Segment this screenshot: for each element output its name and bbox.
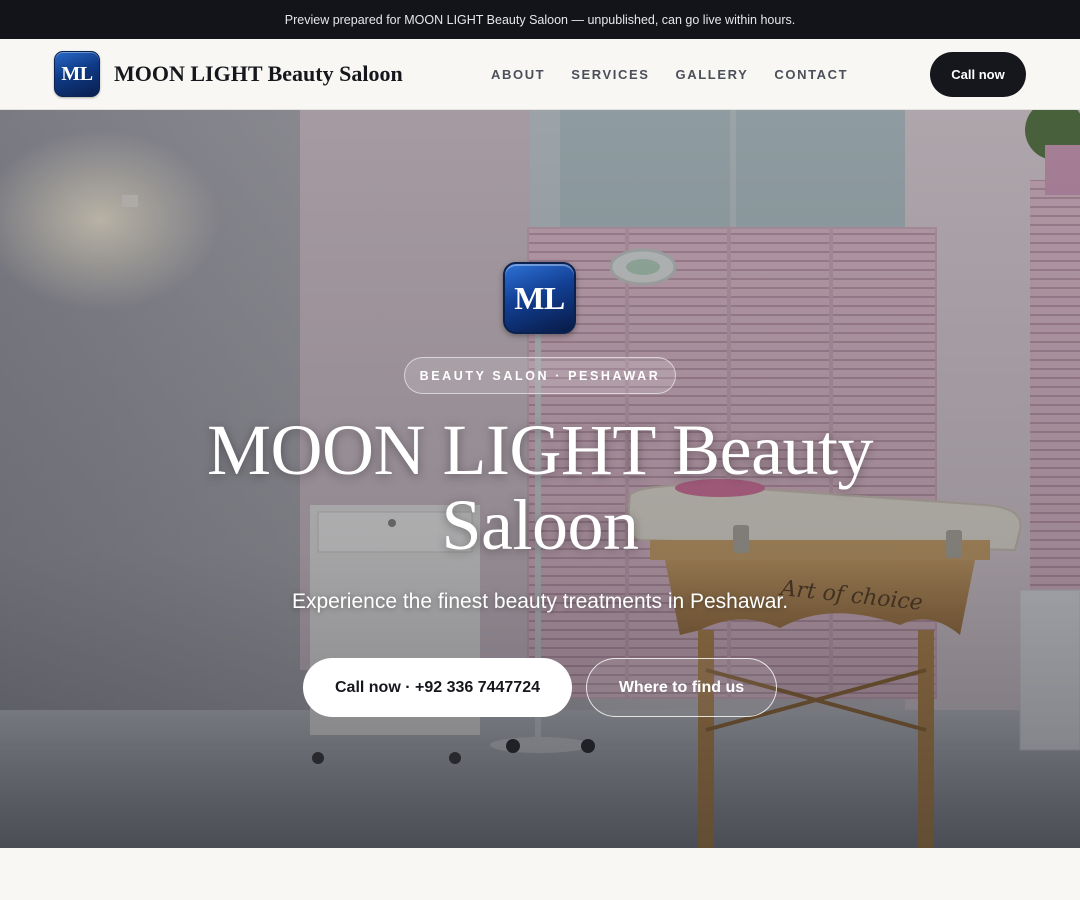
nav-services[interactable]: SERVICES: [558, 61, 662, 88]
hero-title: MOON LIGHT Beauty Saloon: [206, 410, 874, 565]
preview-banner-text: Preview prepared for MOON LIGHT Beauty S…: [284, 12, 796, 27]
brand-logo: ML: [54, 51, 100, 97]
hero-logo: ML: [503, 262, 576, 334]
preview-banner: Preview prepared for MOON LIGHT Beauty S…: [0, 0, 1080, 39]
next-section: [0, 848, 1080, 900]
nav-gallery[interactable]: GALLERY: [663, 61, 762, 88]
call-now-phone-button[interactable]: Call now · +92 336 7447724: [303, 658, 572, 717]
nav-about[interactable]: ABOUT: [478, 61, 558, 88]
hero-tag: BEAUTY SALON · PESHAWAR: [404, 357, 676, 394]
brand[interactable]: ML MOON LIGHT Beauty Saloon: [54, 51, 403, 97]
where-to-find-us-button[interactable]: Where to find us: [586, 658, 777, 717]
hero-subtitle: Experience the finest beauty treatments …: [291, 590, 789, 613]
hero-content: ML BEAUTY SALON · PESHAWAR MOON LIGHT Be…: [0, 110, 1080, 848]
header-call-button[interactable]: Call now: [930, 52, 1026, 97]
hero: Art of choice ML BEAUTY SALON · PESHAWAR…: [0, 110, 1080, 848]
nav-contact[interactable]: CONTACT: [761, 61, 861, 88]
main-nav: ABOUT SERVICES GALLERY CONTACT: [478, 39, 861, 109]
brand-name: MOON LIGHT Beauty Saloon: [114, 61, 403, 86]
site-header: ML MOON LIGHT Beauty Saloon ABOUT SERVIC…: [0, 39, 1080, 110]
